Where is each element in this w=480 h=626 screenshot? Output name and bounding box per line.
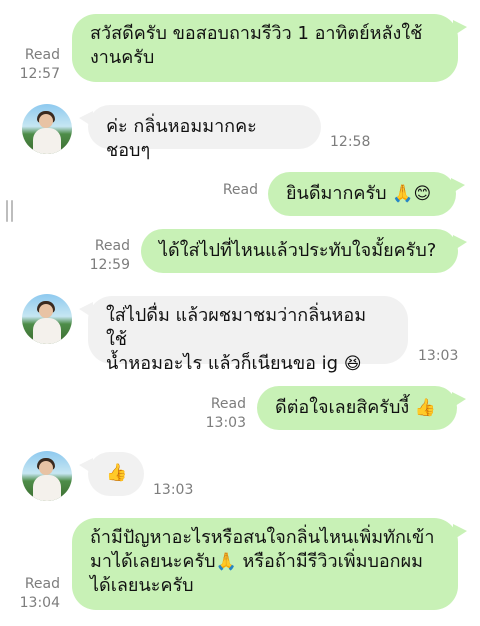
message-time: 12:59: [89, 257, 130, 273]
folded-hands-emoji-icon: 🙏: [392, 184, 414, 204]
incoming-message-bubble[interactable]: ค่ะ กลิ่นหอมมากคะ ชอบๆ: [79, 105, 321, 161]
folded-hands-emoji-icon: 🙏: [215, 552, 237, 572]
message-text: ค่ะ กลิ่นหอมมากคะ ชอบๆ: [106, 116, 257, 161]
message-time: 12:58: [330, 134, 371, 150]
outgoing-message-bubble[interactable]: ดีต่อใจเลยสิครับงี้ 👍: [257, 386, 466, 430]
message-text-line: มาได้เลยนะครับ: [90, 551, 216, 572]
drag-handle-icon[interactable]: [6, 200, 15, 222]
message-text-line: หรือถ้ามีรีวิวเพิ่มบอกผม: [242, 551, 423, 572]
message-time: 13:03: [418, 348, 459, 364]
message-time: 12:57: [19, 66, 60, 82]
incoming-message-bubble[interactable]: 👍: [79, 452, 144, 496]
message-text: ได้ใส่ไปที่ไหนแล้วประทับใจมั้ยครับ?: [159, 240, 437, 261]
message-text-line: น้ำหอมอะไร แล้วก็เนียนขอ ig: [106, 353, 339, 374]
thumbs-up-emoji-icon: 👍: [414, 398, 437, 418]
read-receipt: Read: [24, 576, 60, 592]
message-text-line: สวัสดีครับ ขอสอบถามรีวิว 1 อาทิตย์หลังใช…: [90, 23, 423, 44]
message-text-line: ถ้ามีปัญหาอะไรหรือสนใจกลิ่นไหนเพิ่มทักเข…: [90, 527, 435, 548]
laughing-face-emoji-icon: 😆: [343, 354, 362, 374]
incoming-message-bubble[interactable]: ใส่ไปดื่ม แล้วผชมาชมว่ากลิ่นหอม ใช้ น้ำห…: [79, 296, 408, 374]
message-time: 13:03: [153, 482, 194, 498]
contact-avatar[interactable]: [22, 294, 72, 344]
message-text-line: งานครับ: [90, 47, 155, 68]
read-receipt: Read: [94, 238, 130, 254]
outgoing-message-bubble[interactable]: ยินดีมากครับ 🙏😊: [268, 172, 465, 216]
message-text: ดีต่อใจเลยสิครับงี้: [275, 397, 410, 418]
smiling-face-emoji-icon: 😊: [413, 184, 432, 204]
message-time: 13:03: [205, 415, 246, 431]
outgoing-message-bubble[interactable]: ถ้ามีปัญหาอะไรหรือสนใจกลิ่นไหนเพิ่มทักเข…: [72, 518, 467, 610]
outgoing-message-bubble[interactable]: ได้ใส่ไปที่ไหนแล้วประทับใจมั้ยครับ?: [141, 229, 467, 273]
message-time: 13:04: [19, 595, 60, 611]
message-text: ยินดีมากครับ: [286, 183, 387, 204]
thumbs-up-emoji-icon: 👍: [106, 463, 128, 483]
read-receipt: Read: [210, 396, 246, 412]
message-text-line: ได้เลยนะครับ: [90, 575, 194, 596]
outgoing-message-bubble[interactable]: สวัสดีครับ ขอสอบถามรีวิว 1 อาทิตย์หลังใช…: [72, 14, 467, 82]
read-receipt: Read: [24, 47, 60, 63]
read-receipt: Read: [222, 182, 258, 198]
message-text-line: ใส่ไปดื่ม แล้วผชมาชมว่ากลิ่นหอม ใช้: [106, 305, 367, 350]
contact-avatar[interactable]: [22, 451, 72, 501]
contact-avatar[interactable]: [22, 104, 72, 154]
